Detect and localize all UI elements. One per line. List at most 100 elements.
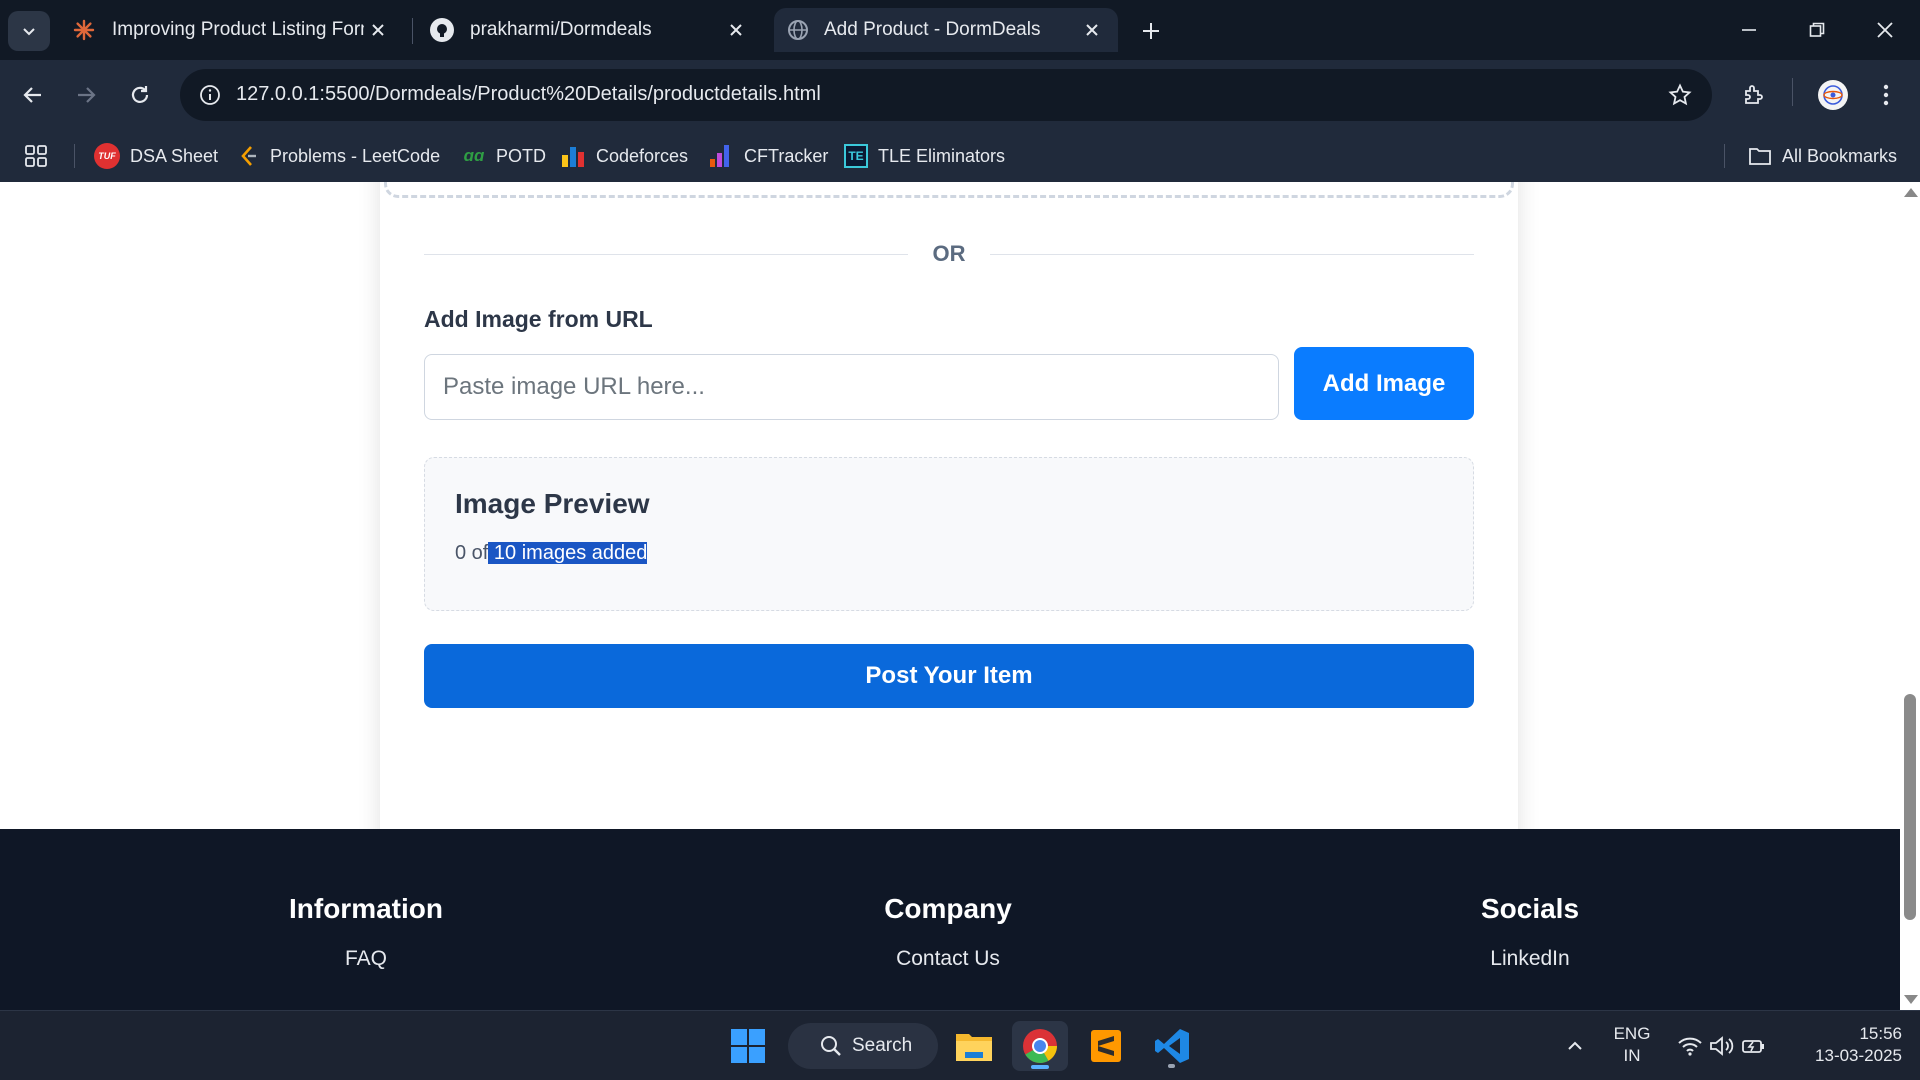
quick-settings-button[interactable] — [1668, 1021, 1776, 1071]
bookmark-star-icon[interactable] — [1666, 81, 1694, 109]
taskbar-search[interactable]: Search — [788, 1023, 938, 1069]
bookmark-label: POTD — [496, 145, 547, 166]
close-icon[interactable] — [1080, 18, 1104, 42]
restore-button[interactable] — [1788, 6, 1846, 54]
bookmarks-divider — [74, 144, 75, 168]
all-bookmarks-button[interactable]: All Bookmarks — [1748, 140, 1897, 172]
footer-link-contact-us[interactable]: Contact Us — [768, 947, 1128, 971]
scrollbar-thumb[interactable] — [1904, 694, 1916, 920]
forward-button[interactable] — [66, 75, 106, 115]
sublime-text-icon — [1091, 1030, 1121, 1062]
bookmark-leetcode[interactable]: Problems - LeetCode — [238, 140, 440, 172]
site-footer: Information FAQ Company Contact Us Socia… — [0, 829, 1900, 1010]
bookmark-dsa-sheet[interactable]: TUF DSA Sheet — [94, 140, 218, 172]
site-info-icon[interactable] — [192, 77, 228, 113]
windows-logo-icon — [731, 1029, 765, 1063]
page-viewport: OR Add Image from URL Add Image Image Pr… — [0, 182, 1920, 1010]
volume-icon — [1710, 1036, 1734, 1056]
chrome-icon — [1023, 1029, 1057, 1063]
tab-strip: Improving Product Listing Form prakharmi… — [0, 0, 1920, 60]
image-drop-zone[interactable] — [384, 182, 1514, 198]
footer-column-company: Company Contact Us — [768, 893, 1128, 971]
arrow-right-icon — [78, 87, 96, 103]
address-bar[interactable]: 127.0.0.1:5500/Dormdeals/Product%20Detai… — [180, 69, 1712, 121]
bookmark-potd[interactable]: ɑɑ POTD — [462, 140, 546, 172]
bookmark-label: CFTracker — [744, 145, 829, 166]
footer-heading: Information — [289, 893, 443, 924]
minimize-icon — [1742, 29, 1756, 31]
close-window-button[interactable] — [1856, 6, 1914, 54]
gfg-icon: ɑɑ — [463, 146, 485, 165]
image-count-prefix: 0 of — [455, 542, 489, 564]
close-icon — [1877, 22, 1893, 38]
image-url-label: Add Image from URL — [424, 306, 653, 332]
tab-add-product[interactable]: Add Product - DormDeals — [774, 8, 1118, 52]
search-icon — [821, 1036, 841, 1056]
bookmark-label: Problems - LeetCode — [270, 145, 441, 166]
browser-menu-button[interactable] — [1866, 75, 1906, 115]
reload-icon — [131, 86, 149, 103]
bookmark-codeforces[interactable]: Codeforces — [562, 140, 688, 172]
language-code: ENG — [1613, 1024, 1651, 1043]
back-button[interactable] — [13, 75, 53, 115]
bookmarks-bar: TUF DSA Sheet Problems - LeetCode ɑɑ POT… — [0, 130, 1920, 182]
scroll-down-arrow-icon[interactable] — [1904, 995, 1918, 1004]
plus-icon — [1143, 23, 1159, 39]
post-item-button[interactable]: Post Your Item — [424, 644, 1474, 708]
apps-button[interactable] — [24, 140, 48, 172]
vscode-icon — [1155, 1029, 1189, 1063]
taskbar-search-label: Search — [852, 1035, 913, 1056]
asterisk-icon — [72, 18, 96, 42]
taskbar-file-explorer[interactable] — [946, 1021, 1002, 1071]
new-tab-button[interactable] — [1134, 14, 1168, 48]
bookmark-tle-eliminators[interactable]: TE TLE Eliminators — [844, 140, 1005, 172]
all-bookmarks-label: All Bookmarks — [1782, 145, 1898, 166]
bookmark-label: TLE Eliminators — [878, 145, 1006, 166]
image-url-input[interactable] — [424, 354, 1279, 420]
globe-icon — [786, 18, 810, 42]
image-count-text: 0 of 10 images added — [455, 542, 648, 565]
close-icon[interactable] — [366, 18, 390, 42]
avatar — [1818, 80, 1848, 110]
or-divider: OR — [424, 239, 1474, 269]
running-app-indicator — [1168, 1064, 1175, 1068]
input-language-indicator[interactable]: ENG IN — [1604, 1023, 1660, 1067]
taskbar-sublime-text[interactable] — [1078, 1021, 1134, 1071]
profile-button[interactable] — [1813, 75, 1853, 115]
leetcode-icon — [238, 144, 260, 168]
taskbar-vscode[interactable] — [1144, 1021, 1200, 1071]
region-code: IN — [1623, 1046, 1641, 1065]
minimize-button[interactable] — [1720, 6, 1778, 54]
system-clock[interactable]: 15:56 13-03-2025 — [1790, 1023, 1902, 1067]
url-text[interactable]: 127.0.0.1:5500/Dormdeals/Product%20Detai… — [236, 83, 821, 106]
clock-time: 15:56 — [1859, 1024, 1902, 1043]
folder-icon — [1749, 148, 1771, 165]
page-scrollbar[interactable] — [1900, 182, 1920, 1010]
browser-toolbar: 127.0.0.1:5500/Dormdeals/Product%20Detai… — [0, 60, 1920, 130]
folder-icon — [956, 1034, 992, 1061]
bookmark-label: Codeforces — [596, 145, 689, 166]
footer-link-faq[interactable]: FAQ — [186, 947, 546, 971]
start-button[interactable] — [720, 1021, 776, 1071]
footer-heading: Socials — [1480, 893, 1580, 924]
tab-title: Improving Product Listing Form — [112, 19, 364, 40]
bookmarks-divider — [1724, 144, 1725, 168]
reload-button[interactable] — [120, 75, 160, 115]
tab-improving-product-listing[interactable]: Improving Product Listing Form — [64, 8, 404, 52]
apps-grid-icon — [25, 145, 47, 167]
close-icon[interactable] — [724, 18, 748, 42]
tab-search-button[interactable] — [8, 11, 50, 51]
image-preview-title: Image Preview — [455, 488, 650, 519]
show-hidden-icons-button[interactable] — [1548, 1021, 1602, 1071]
add-image-button[interactable]: Add Image — [1294, 347, 1474, 420]
scroll-up-arrow-icon[interactable] — [1904, 188, 1918, 197]
extensions-button[interactable] — [1734, 75, 1774, 115]
footer-column-socials: Socials LinkedIn — [1350, 893, 1710, 971]
more-vertical-icon — [1883, 84, 1889, 106]
divider-line — [990, 254, 1474, 255]
taskbar-chrome[interactable] — [1012, 1021, 1068, 1071]
wifi-icon — [1678, 1037, 1702, 1056]
footer-link-linkedin[interactable]: LinkedIn — [1350, 947, 1710, 971]
tab-github-dormdeals[interactable]: prakharmi/Dormdeals — [420, 8, 762, 52]
bookmark-cftracker[interactable]: CFTracker — [710, 140, 828, 172]
